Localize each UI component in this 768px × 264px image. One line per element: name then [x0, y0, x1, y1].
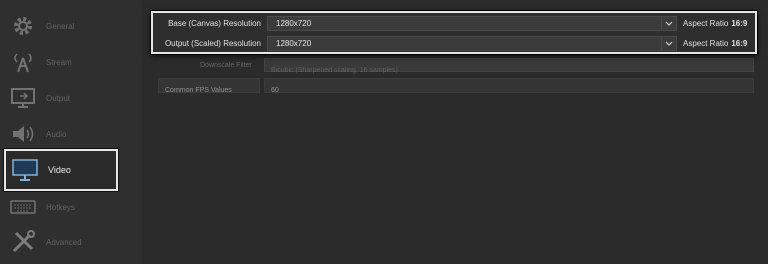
sidebar-item-label: Output — [46, 93, 71, 103]
output-aspect-label: Aspect Ratio — [683, 39, 729, 48]
fps-value: 60 — [271, 87, 279, 94]
keyboard-icon — [8, 194, 38, 220]
sidebar-item-video[interactable]: Video — [4, 149, 118, 191]
speaker-icon — [8, 121, 38, 147]
output-resolution-select[interactable]: 1280x720 — [267, 36, 677, 51]
sidebar-item-audio[interactable]: Audio — [4, 116, 118, 152]
chevron-down-icon[interactable] — [661, 17, 676, 30]
output-aspect-ratio: Aspect Ratio 16:9 — [683, 39, 747, 48]
base-aspect-label: Aspect Ratio — [683, 19, 729, 28]
resolution-panel: Base (Canvas) Resolution 1280x720 Aspect… — [151, 11, 757, 54]
sidebar-item-label: Audio — [46, 129, 67, 139]
output-resolution-row: Output (Scaled) Resolution 1280x720 Aspe… — [157, 35, 755, 52]
base-resolution-select[interactable]: 1280x720 — [267, 16, 677, 31]
settings-sidebar: General Stream Output Audio Video Hotkey… — [0, 0, 142, 264]
chevron-down-icon[interactable] — [661, 37, 676, 50]
base-aspect-value: 16:9 — [731, 19, 748, 28]
output-resolution-label: Output (Scaled) Resolution — [164, 39, 261, 48]
sidebar-item-label: General — [46, 21, 75, 31]
sidebar-item-output[interactable]: Output — [4, 80, 118, 116]
tools-icon — [8, 229, 38, 255]
fps-type-select[interactable]: Common FPS Values — [158, 78, 260, 94]
sidebar-item-label: Hotkeys — [46, 202, 75, 212]
broadcast-tower-icon — [8, 49, 38, 75]
sidebar-item-stream[interactable]: Stream — [4, 44, 118, 80]
gear-icon — [8, 13, 38, 39]
base-resolution-row: Base (Canvas) Resolution 1280x720 Aspect… — [157, 15, 755, 32]
base-resolution-label: Base (Canvas) Resolution — [168, 19, 261, 28]
sidebar-item-advanced[interactable]: Advanced — [4, 224, 118, 260]
sidebar-item-hotkeys[interactable]: Hotkeys — [4, 189, 118, 225]
downscale-filter-value: Bicubic (Sharpened scaling, 16 samples) — [271, 67, 398, 74]
downscale-filter-select[interactable]: Bicubic (Sharpened scaling, 16 samples) — [264, 58, 754, 74]
monitor-icon — [10, 157, 40, 183]
sidebar-item-label: Advanced — [46, 237, 82, 247]
output-aspect-value: 16:9 — [731, 39, 748, 48]
sidebar-item-general[interactable]: General — [4, 8, 118, 44]
base-resolution-value: 1280x720 — [276, 19, 312, 28]
fps-type-label: Common FPS Values — [165, 87, 232, 94]
output-monitor-icon — [8, 85, 38, 111]
fps-value-select[interactable]: 60 — [264, 78, 754, 94]
output-resolution-value: 1280x720 — [276, 39, 312, 48]
downscale-filter-label: Downscale Filter — [200, 61, 252, 69]
base-aspect-ratio: Aspect Ratio 16:9 — [683, 19, 747, 28]
sidebar-item-label: Video — [48, 165, 71, 175]
sidebar-item-label: Stream — [46, 57, 72, 67]
